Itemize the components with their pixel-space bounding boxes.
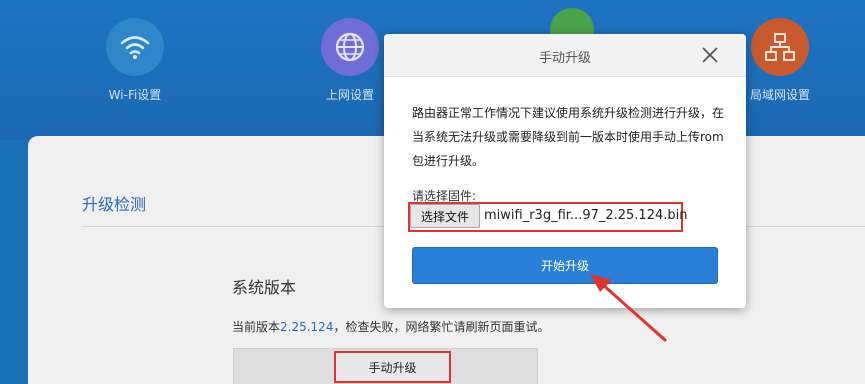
section-title: 升级检测 (82, 195, 147, 214)
network-icon (751, 18, 809, 76)
start-upgrade-button[interactable]: 开始升级 (412, 247, 718, 284)
nav-label-wifi: Wi-Fi设置 (108, 88, 162, 102)
selected-file-name: miwifi_r3g_fir...97_2.25.124.bin (484, 208, 688, 223)
globe-icon (321, 18, 379, 76)
system-version-title: 系统版本 (232, 278, 297, 297)
dialog-description: 路由器正常工作情况下建议使用系统升级检测进行升级，在当系统无法升级或需要降级到前… (412, 106, 725, 168)
dialog-title: 手动升级 (538, 51, 591, 66)
choose-file-button[interactable]: 选择文件 (410, 204, 480, 228)
manual-upgrade-dialog: 手动升级 路由器正常工作情况下建议使用系统升级检测进行升级，在当系统无法升级或需… (384, 34, 746, 308)
version-status: 当前版本2.25.124，检查失败，网络繁忙请刷新页面重试。 (232, 318, 549, 335)
manual-upgrade-button[interactable]: 手动升级 (334, 351, 451, 383)
status-message: ，检查失败，网络繁忙请刷新页面重试。 (333, 320, 550, 334)
current-version: 2.25.124 (280, 320, 334, 334)
status-prefix: 当前版本 (232, 320, 281, 334)
dialog-header: 手动升级 (384, 34, 746, 77)
wifi-icon (106, 18, 164, 76)
close-icon[interactable] (700, 45, 720, 65)
nav-item-wifi[interactable]: Wi-Fi设置 (85, 18, 185, 103)
